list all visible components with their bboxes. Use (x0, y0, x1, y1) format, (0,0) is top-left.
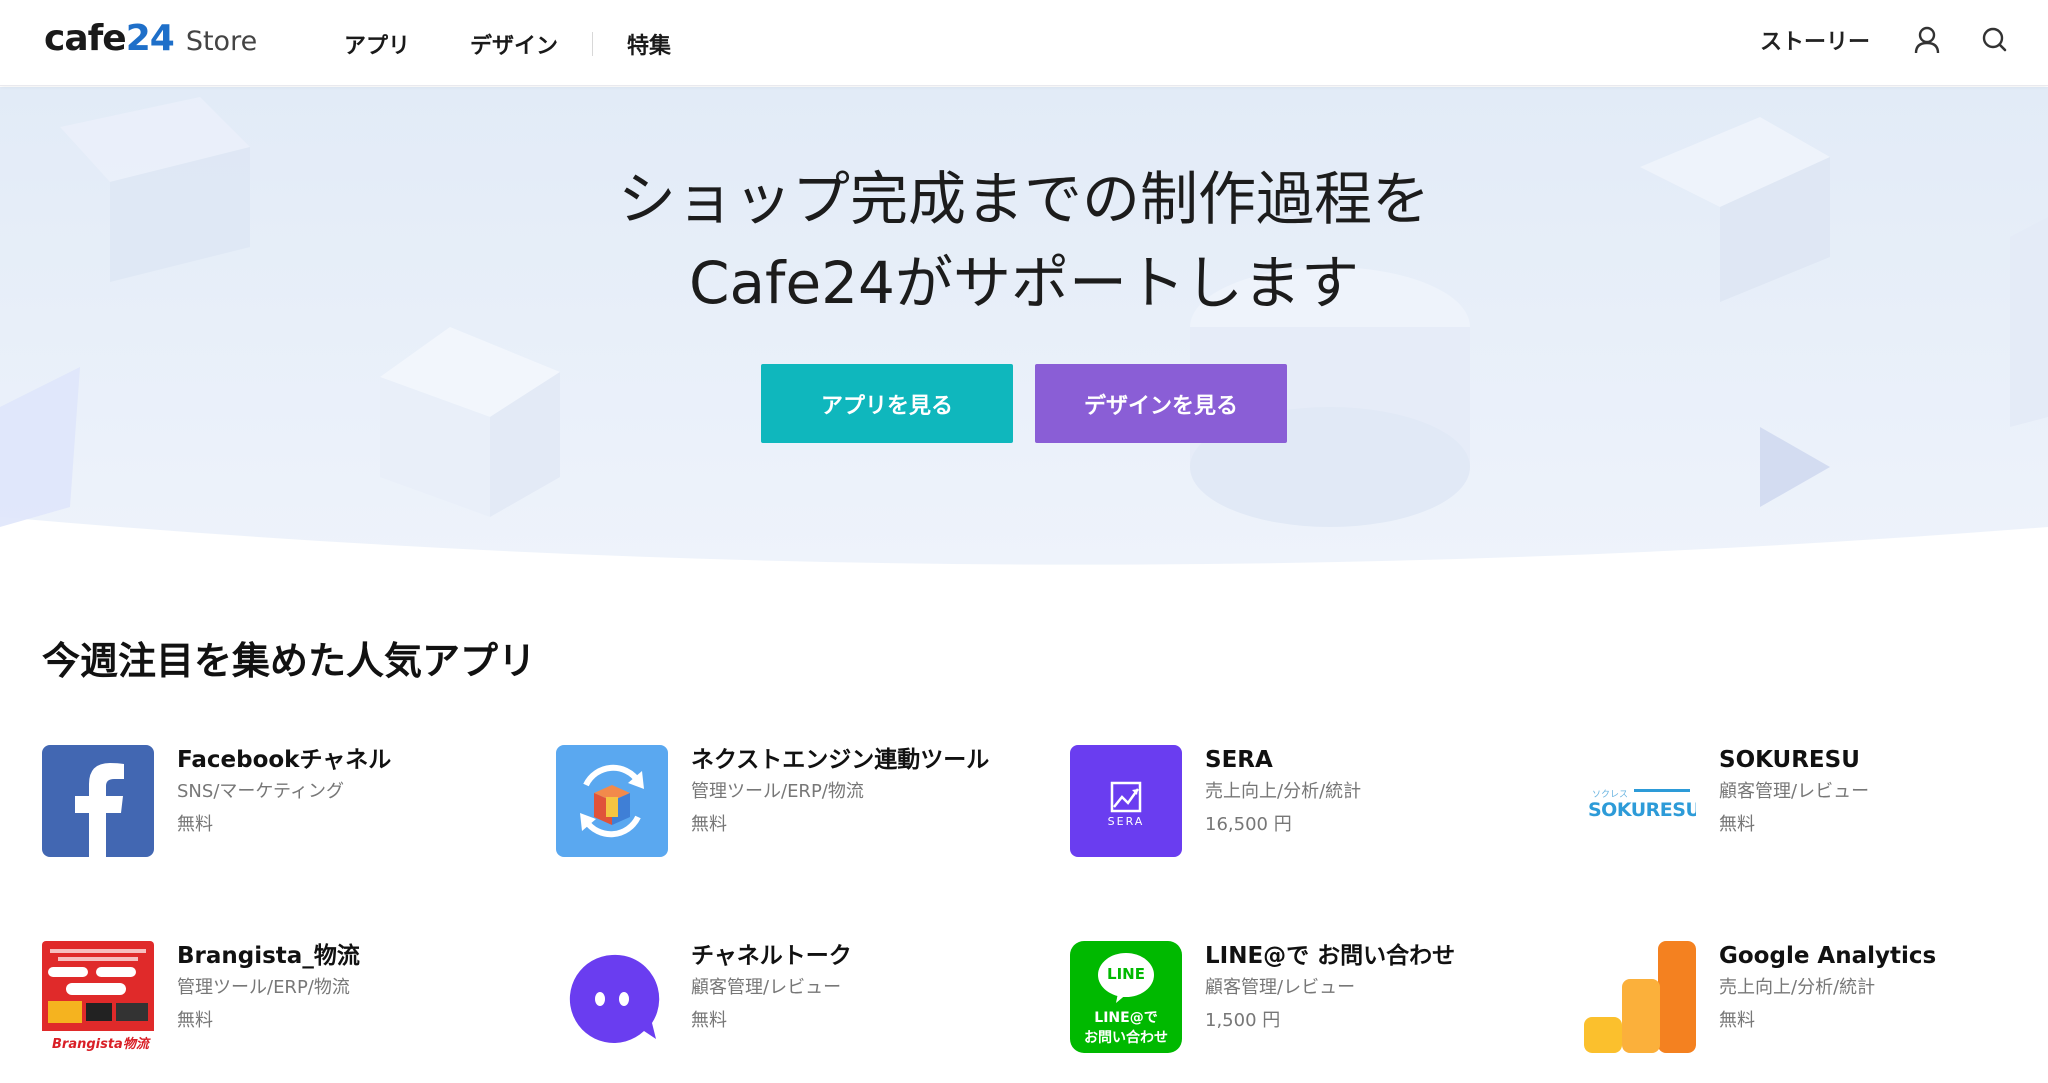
nav-item-features[interactable]: 特集 (627, 28, 671, 60)
app-price: 無料 (177, 814, 213, 835)
cafe24-store-logo[interactable]: cafe24 Store (44, 18, 257, 62)
search-icon[interactable] (1980, 25, 2010, 55)
line-sub-1: LINE@で (1094, 1010, 1158, 1026)
line-logo-text: LINE (1107, 965, 1145, 983)
app-price: 無料 (691, 1010, 727, 1031)
app-name: Google Analytics (1719, 943, 1937, 969)
app-meta: SOKURESU 顧客管理/レビュー 無料 (1719, 745, 2048, 838)
app-category: SNS/マーケティング (177, 781, 344, 802)
logo-store-label: Store (185, 26, 258, 57)
app-name: SOKURESU (1719, 747, 1860, 773)
view-apps-button[interactable]: アプリを見る (761, 364, 1013, 443)
app-meta: Google Analytics 売上向上/分析/統計 無料 (1719, 941, 2048, 1034)
app-name: LINE@で お問い合わせ (1205, 943, 1456, 969)
app-card-brangista[interactable]: Brangista物流 Brangista_物流 管理ツール/ERP/物流 無料 (42, 941, 522, 1061)
sokuresu-accent-line (1634, 789, 1690, 792)
app-price: 1,500 円 (1205, 1010, 1281, 1031)
app-category: 管理ツール/ERP/物流 (177, 977, 350, 998)
app-card-sokuresu[interactable]: ソクレス SOKURESU SOKURESU 顧客管理/レビュー 無料 (1584, 745, 2048, 865)
app-card-sera[interactable]: SERA SERA 売上向上/分析/統計 16,500 円 (1070, 745, 1550, 865)
app-price: 無料 (177, 1010, 213, 1031)
sera-logo-text: SERA (1107, 815, 1145, 828)
app-card-facebook[interactable]: Facebookチャネル SNS/マーケティング 無料 (42, 745, 522, 865)
app-name: ネクストエンジン連動ツール (691, 747, 990, 773)
user-icon[interactable] (1912, 25, 1942, 55)
app-category: 顧客管理/レビュー (1205, 977, 1356, 998)
chat-bubble-icon (556, 941, 668, 1053)
line-icon: LINE LINE@で お問い合わせ (1070, 941, 1182, 1053)
app-category: 売上向上/分析/統計 (1719, 977, 1876, 998)
app-price: 16,500 円 (1205, 814, 1292, 835)
main-nav: アプリ デザイン 特集 (344, 24, 671, 64)
app-meta: LINE@で お問い合わせ 顧客管理/レビュー 1,500 円 (1205, 941, 1545, 1034)
hero-headline-line2: Cafe24がサポートします (689, 249, 1359, 317)
hero-headline-line1: ショップ完成までの制作過程を (617, 165, 1430, 233)
section-title: 今週注目を集めた人気アプリ (42, 639, 537, 683)
header-right: ストーリー (1760, 20, 2010, 60)
app-card-channel-talk[interactable]: チャネルトーク 顧客管理/レビュー 無料 (556, 941, 1036, 1061)
brangista-logo-text: Brangista物流 (52, 1037, 149, 1052)
app-category: 顧客管理/レビュー (691, 977, 842, 998)
app-meta: チャネルトーク 顧客管理/レビュー 無料 (691, 941, 1031, 1034)
app-category: 顧客管理/レビュー (1719, 781, 1870, 802)
nav-item-design[interactable]: デザイン (470, 28, 558, 60)
app-name: Brangista_物流 (177, 943, 360, 969)
sokuresu-logo-text: SOKURESU (1588, 799, 1696, 821)
analytics-bars-icon (1584, 941, 1696, 1053)
top-header: cafe24 Store アプリ デザイン 特集 ストーリー (0, 0, 2048, 86)
nav-divider (592, 32, 594, 56)
app-category: 管理ツール/ERP/物流 (691, 781, 864, 802)
app-category: 売上向上/分析/統計 (1205, 781, 1362, 802)
sera-logo-icon: SERA (1070, 745, 1182, 857)
box-sync-icon (556, 745, 668, 857)
app-meta: ネクストエンジン連動ツール 管理ツール/ERP/物流 無料 (691, 745, 1031, 838)
app-card-line[interactable]: LINE LINE@で お問い合わせ LINE@で お問い合わせ 顧客管理/レビ… (1070, 941, 1550, 1061)
app-meta: Facebookチャネル SNS/マーケティング 無料 (177, 745, 517, 838)
hero-cta-group: アプリを見る デザインを見る (0, 364, 2048, 443)
app-price: 無料 (1719, 1010, 1755, 1031)
story-link[interactable]: ストーリー (1760, 24, 1870, 56)
brangista-logo-icon: Brangista物流 (42, 941, 154, 1053)
app-name: SERA (1205, 747, 1273, 773)
app-price: 無料 (691, 814, 727, 835)
app-meta: Brangista_物流 管理ツール/ERP/物流 無料 (177, 941, 517, 1034)
nav-item-apps[interactable]: アプリ (344, 28, 410, 60)
facebook-icon (42, 745, 154, 857)
app-meta: SERA 売上向上/分析/統計 16,500 円 (1205, 745, 1545, 838)
hero-banner: ショップ完成までの制作過程を Cafe24がサポートします アプリを見る デザイ… (0, 87, 2048, 567)
app-card-next-engine[interactable]: ネクストエンジン連動ツール 管理ツール/ERP/物流 無料 (556, 745, 1036, 865)
view-designs-button[interactable]: デザインを見る (1035, 364, 1287, 443)
hero-headline: ショップ完成までの制作過程を Cafe24がサポートします (0, 157, 2048, 325)
logo-wordmark: cafe24 (44, 18, 175, 59)
app-price: 無料 (1719, 814, 1755, 835)
app-name: チャネルトーク (691, 943, 852, 969)
app-name: Facebookチャネル (177, 747, 392, 773)
app-card-google-analytics[interactable]: Google Analytics 売上向上/分析/統計 無料 (1584, 941, 2048, 1061)
line-sub-2: お問い合わせ (1084, 1030, 1168, 1046)
sokuresu-logo-icon: ソクレス SOKURESU (1584, 745, 1696, 857)
